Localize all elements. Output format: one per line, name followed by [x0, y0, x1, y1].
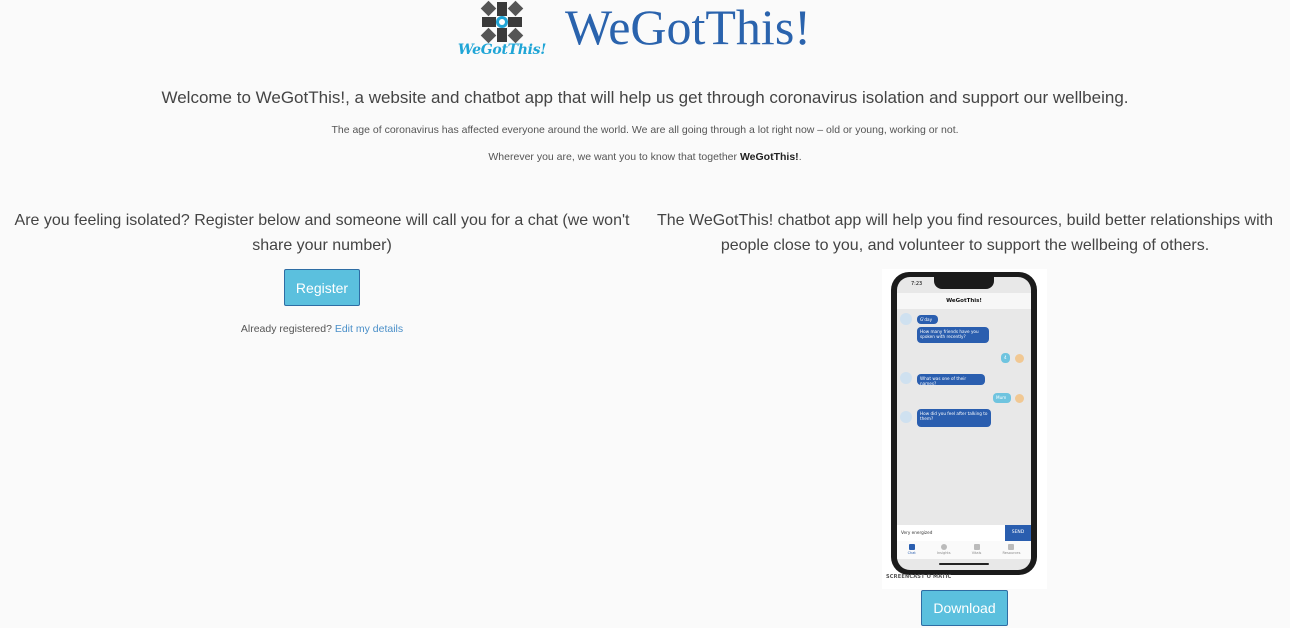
tab-vitals-label: Vitals — [971, 551, 982, 555]
tab-vitals[interactable]: Vitals — [971, 541, 982, 559]
logo-text: WeGotThis! — [457, 42, 547, 58]
phone-screen: 7:23 WeGotThis! G'day How many friends h… — [897, 277, 1031, 570]
user-avatar — [1015, 354, 1024, 363]
user-avatar — [1015, 394, 1024, 403]
register-prompt: Are you feeling isolated? Register below… — [14, 212, 630, 254]
already-registered-label: Already registered? — [240, 323, 335, 335]
register-button[interactable]: Register — [284, 269, 360, 306]
chat-bubble: What was one of their names? — [917, 374, 985, 386]
intro-line-2-suffix: . — [798, 151, 802, 163]
intro-line-1: The age of coronavirus has affected ever… — [331, 124, 959, 136]
download-button[interactable]: Download — [921, 590, 1008, 626]
intro-line-2: Wherever you are, we want you to know th… — [0, 151, 1290, 163]
chat-input[interactable]: Very energized — [901, 530, 932, 535]
book-icon — [1008, 544, 1015, 550]
chat-title: WeGotThis! — [897, 293, 1031, 309]
tab-chat-label: Chat — [907, 551, 916, 555]
pulse-icon — [973, 544, 980, 550]
tab-chat[interactable]: Chat — [908, 541, 916, 559]
watermark-text: SCREENCAST O MATIC — [886, 574, 952, 580]
lightbulb-icon — [940, 544, 947, 550]
bot-avatar — [900, 411, 912, 423]
tab-insights-label: Insights — [936, 551, 951, 555]
intro-line-2-prefix: Wherever you are, we want you to know th… — [488, 151, 740, 163]
home-indicator — [939, 563, 989, 565]
intro-line-2-brand: WeGotThis! — [739, 151, 799, 163]
phone-tabbar: Chat Insights Vitals Resources — [897, 541, 1031, 559]
logo: WeGotThis! — [455, 0, 549, 60]
chat-input-bar: Very energized SEND — [897, 525, 1031, 541]
chat-bubble: How many friends have you spoken with re… — [917, 327, 989, 343]
bot-avatar — [900, 372, 912, 384]
tab-resources[interactable]: Resources — [1002, 541, 1021, 559]
app-preview: 7:23 WeGotThis! G'day How many friends h… — [882, 269, 1047, 589]
bot-avatar — [900, 313, 912, 325]
app-description: The WeGotThis! chatbot app will help you… — [656, 212, 1274, 254]
logo-mark-icon — [480, 0, 524, 44]
welcome-text: Welcome to WeGotThis!, a website and cha… — [161, 88, 1129, 107]
header: WeGotThis! WeGotThis! — [455, 0, 811, 64]
chat-bubble: G'day — [917, 315, 938, 324]
chat-icon — [908, 544, 915, 550]
send-button[interactable]: SEND — [1005, 525, 1031, 541]
tab-resources-label: Resources — [1002, 551, 1021, 555]
phone-frame: 7:23 WeGotThis! G'day How many friends h… — [891, 272, 1037, 575]
page-title: WeGotThis! — [565, 0, 811, 55]
phone-notch — [934, 277, 994, 289]
edit-details-link[interactable]: Edit my details — [335, 323, 403, 335]
chat-bubble: 4 — [1001, 353, 1010, 363]
chat-bubble: How did you feel after talking to them? — [917, 409, 991, 427]
chat-bubble: Mum — [993, 393, 1011, 403]
tab-insights[interactable]: Insights — [937, 541, 951, 559]
already-registered: Already registered? Edit my details — [14, 323, 630, 335]
status-time: 7:23 — [911, 281, 923, 287]
